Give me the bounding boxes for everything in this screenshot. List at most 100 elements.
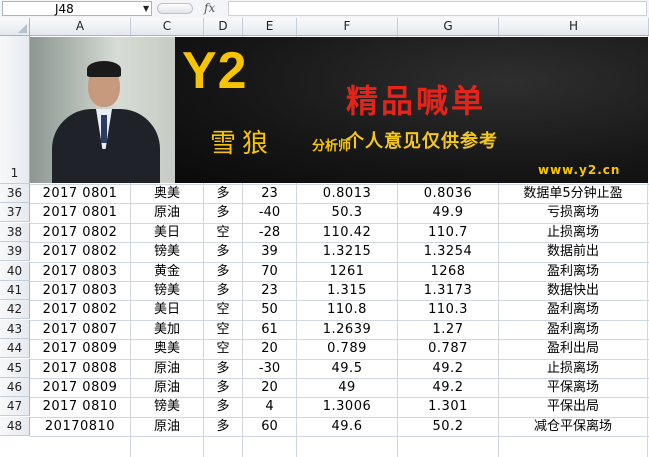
cell-open[interactable]: 49.5	[297, 359, 397, 378]
cell-pts[interactable]: 60	[243, 417, 296, 436]
cell-pair[interactable]: 奥美	[131, 339, 203, 358]
cell-note[interactable]: 数据快出	[499, 281, 647, 300]
cell-close[interactable]: 1.301	[398, 397, 498, 416]
cell-dir[interactable]: 多	[204, 281, 242, 300]
cell-dir[interactable]: 空	[204, 339, 242, 358]
cell-dir[interactable]: 空	[204, 223, 242, 242]
cell-dir[interactable]: 多	[204, 378, 242, 397]
cell-date[interactable]: 2017 0808	[30, 359, 130, 378]
cell-open[interactable]: 1.3215	[297, 242, 397, 261]
cell-date[interactable]: 2017 0801	[30, 203, 130, 222]
row-header-41[interactable]: 41	[0, 281, 30, 300]
cell-pts[interactable]: -40	[243, 203, 296, 222]
cell-close[interactable]: 0.787	[398, 339, 498, 358]
row-header-46[interactable]: 46	[0, 378, 30, 397]
cell-dir[interactable]: 多	[204, 359, 242, 378]
insert-function-icon[interactable]: fx	[204, 0, 215, 16]
cell-note[interactable]: 平保离场	[499, 378, 647, 397]
cell-dir[interactable]: 多	[204, 417, 242, 436]
row-header-37[interactable]: 37	[0, 203, 30, 222]
cell-open[interactable]: 49	[297, 378, 397, 397]
cell-date[interactable]: 2017 0810	[30, 397, 130, 416]
cell-pair[interactable]: 美日	[131, 300, 203, 319]
cell-pts[interactable]: 20	[243, 339, 296, 358]
cell-open[interactable]: 110.8	[297, 300, 397, 319]
cell-close[interactable]: 1.3254	[398, 242, 498, 261]
cell-open[interactable]: 110.42	[297, 223, 397, 242]
cell-dir[interactable]: 空	[204, 320, 242, 339]
cell-close[interactable]: 1268	[398, 262, 498, 281]
cell-close[interactable]: 49.2	[398, 359, 498, 378]
cell-note[interactable]: 数据前出	[499, 242, 647, 261]
cell-close[interactable]: 49.2	[398, 378, 498, 397]
cell-open[interactable]: 0.789	[297, 339, 397, 358]
cell-note[interactable]: 数据单5分钟止盈	[499, 184, 647, 203]
row-header-36[interactable]: 36	[0, 184, 30, 203]
cell-note[interactable]: 平保出局	[499, 397, 647, 416]
cell-note[interactable]: 盈利出局	[499, 339, 647, 358]
cell-note[interactable]: 盈利离场	[499, 320, 647, 339]
row-header-48[interactable]: 48	[0, 417, 30, 436]
select-all-button[interactable]	[0, 18, 30, 35]
cell-dir[interactable]: 多	[204, 242, 242, 261]
row-header-42[interactable]: 42	[0, 300, 30, 319]
cell-note[interactable]: 盈利离场	[499, 262, 647, 281]
cell-note[interactable]: 盈利离场	[499, 300, 647, 319]
row-header-39[interactable]: 39	[0, 242, 30, 261]
cell-open[interactable]: 1.315	[297, 281, 397, 300]
column-header-f[interactable]: F	[297, 18, 398, 35]
name-box[interactable]: J48 ▼	[2, 1, 152, 16]
column-header-h[interactable]: H	[499, 18, 649, 35]
cell-date[interactable]: 2017 0809	[30, 339, 130, 358]
cell-pts[interactable]: 50	[243, 300, 296, 319]
cell-pts[interactable]: 20	[243, 378, 296, 397]
cell-dir[interactable]: 多	[204, 397, 242, 416]
cell-close[interactable]: 50.2	[398, 417, 498, 436]
cell-open[interactable]: 50.3	[297, 203, 397, 222]
cell-close[interactable]: 110.7	[398, 223, 498, 242]
cell-pair[interactable]: 原油	[131, 417, 203, 436]
cell-note[interactable]: 止损离场	[499, 359, 647, 378]
cell-date[interactable]: 2017 0803	[30, 281, 130, 300]
column-header-a[interactable]: A	[30, 18, 131, 35]
cell-close[interactable]: 1.27	[398, 320, 498, 339]
column-header-g[interactable]: G	[398, 18, 499, 35]
cell-dir[interactable]: 多	[204, 262, 242, 281]
cell-pts[interactable]: -30	[243, 359, 296, 378]
cell-pair[interactable]: 原油	[131, 203, 203, 222]
row-header-38[interactable]: 38	[0, 223, 30, 242]
column-header-d[interactable]: D	[204, 18, 243, 35]
cell-date[interactable]: 2017 0803	[30, 262, 130, 281]
cell-open[interactable]: 1.2639	[297, 320, 397, 339]
cell-pair[interactable]: 镑美	[131, 281, 203, 300]
column-header-e[interactable]: E	[243, 18, 297, 35]
cell-note[interactable]: 减仓平保离场	[499, 417, 647, 436]
cell-date[interactable]: 2017 0809	[30, 378, 130, 397]
cell-close[interactable]: 1.3173	[398, 281, 498, 300]
cell-note[interactable]: 亏损离场	[499, 203, 647, 222]
cell-pair[interactable]: 镑美	[131, 242, 203, 261]
row-header-1[interactable]: 1	[0, 36, 30, 184]
formula-input[interactable]	[228, 1, 647, 16]
cell-pair[interactable]: 奥美	[131, 184, 203, 203]
cell-pts[interactable]: 70	[243, 262, 296, 281]
cell-open[interactable]: 1261	[297, 262, 397, 281]
row-header-43[interactable]: 43	[0, 320, 30, 339]
cell-dir[interactable]: 多	[204, 203, 242, 222]
formula-bar-splitter[interactable]	[157, 3, 193, 14]
cell-pts[interactable]: 23	[243, 184, 296, 203]
cell-date[interactable]: 2017 0802	[30, 300, 130, 319]
name-box-dropdown-icon[interactable]: ▼	[143, 2, 149, 16]
row-header-44[interactable]: 44	[0, 339, 30, 358]
cell-pts[interactable]: 4	[243, 397, 296, 416]
cell-pair[interactable]: 黄金	[131, 262, 203, 281]
cell-open[interactable]: 49.6	[297, 417, 397, 436]
cell-date[interactable]: 20170810	[30, 417, 130, 436]
cell-pts[interactable]: -28	[243, 223, 296, 242]
cell-pair[interactable]: 原油	[131, 378, 203, 397]
row-header-47[interactable]: 47	[0, 397, 30, 416]
cell-close[interactable]: 49.9	[398, 203, 498, 222]
cell-close[interactable]: 110.3	[398, 300, 498, 319]
cell-note[interactable]: 止损离场	[499, 223, 647, 242]
cell-pair[interactable]: 美加	[131, 320, 203, 339]
